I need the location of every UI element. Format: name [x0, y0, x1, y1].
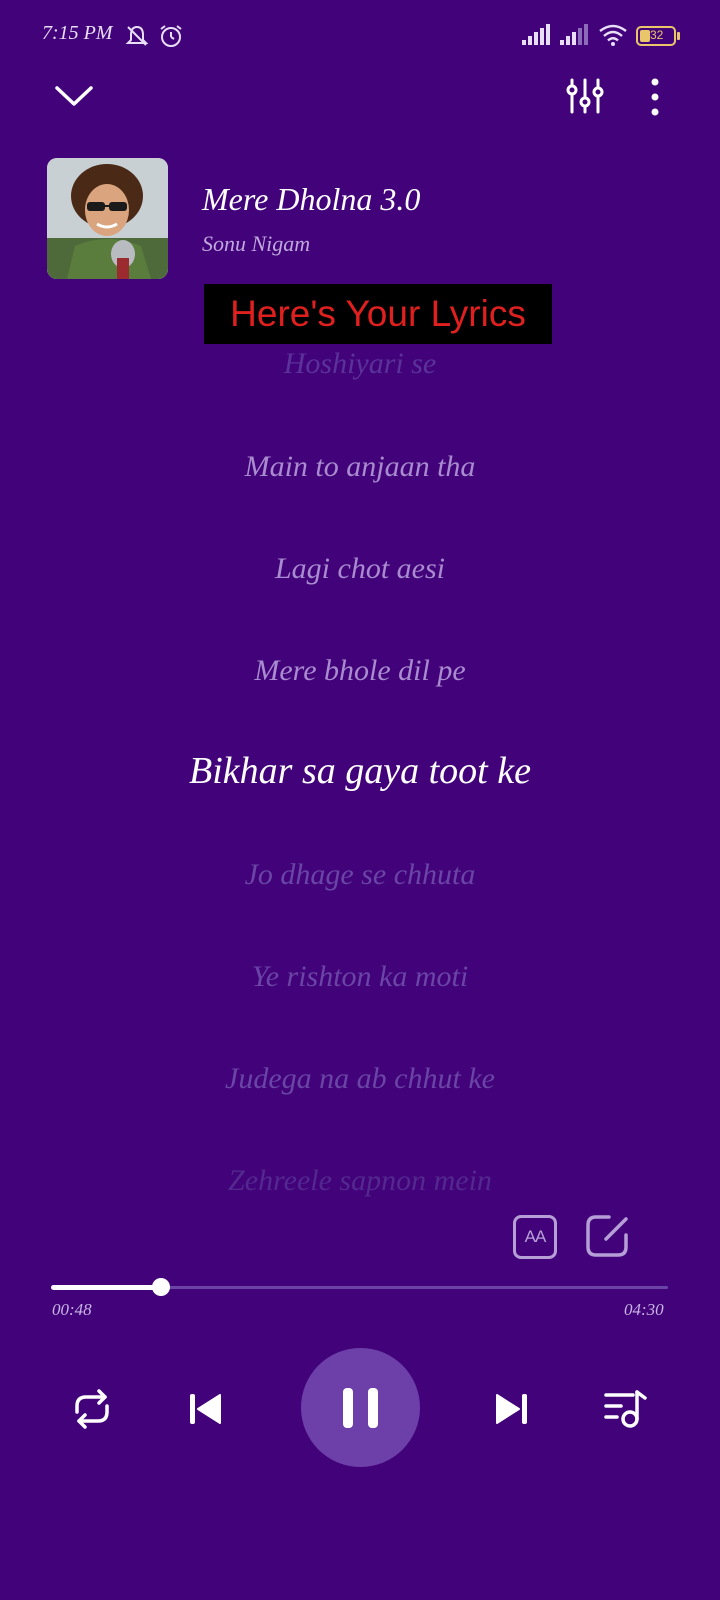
progress-fill	[51, 1285, 161, 1290]
more-vertical-icon[interactable]	[643, 76, 667, 123]
album-art	[47, 158, 168, 279]
lyric-line[interactable]: Mere bhole dil pe	[0, 654, 720, 688]
status-time: 7:15 PM	[42, 22, 113, 44]
song-title: Mere Dholna 3.0	[202, 181, 421, 217]
chevron-down-icon[interactable]	[54, 82, 94, 115]
lyric-line-active[interactable]: Bikhar sa gaya toot ke	[0, 749, 720, 793]
playlist-icon[interactable]	[603, 1386, 649, 1437]
text-size-label: AA	[524, 1227, 547, 1246]
elapsed-time: 00:48	[52, 1300, 92, 1319]
wifi-icon	[598, 23, 628, 52]
text-size-icon[interactable]: AA	[513, 1215, 557, 1259]
previous-icon[interactable]	[186, 1389, 226, 1434]
signal-icon	[560, 24, 590, 51]
song-artist: Sonu Nigam	[202, 231, 311, 256]
repeat-icon[interactable]	[69, 1386, 115, 1437]
equalizer-icon[interactable]	[565, 76, 605, 121]
battery-level: 32	[650, 28, 664, 42]
lyric-line[interactable]: Main to anjaan tha	[0, 450, 720, 484]
lyrics-banner: Here's Your Lyrics	[204, 284, 552, 344]
edit-icon[interactable]	[584, 1213, 630, 1264]
pause-icon	[339, 1385, 383, 1436]
progress-thumb[interactable]	[151, 1278, 170, 1296]
lyric-line[interactable]: Zehreele sapnon mein	[0, 1164, 720, 1198]
next-icon[interactable]	[491, 1389, 531, 1434]
notifications-off-icon	[124, 23, 150, 54]
alarm-icon	[158, 23, 184, 54]
signal-icon	[522, 24, 552, 51]
duration-time: 04:30	[624, 1300, 664, 1319]
lyric-line[interactable]: Hoshiyari se	[0, 347, 720, 381]
lyric-line[interactable]: Judega na ab chhut ke	[0, 1062, 720, 1096]
lyric-line[interactable]: Lagi chot aesi	[0, 552, 720, 586]
lyric-line[interactable]: Jo dhage se chhuta	[0, 858, 720, 892]
lyric-line[interactable]: Ye rishton ka moti	[0, 960, 720, 994]
